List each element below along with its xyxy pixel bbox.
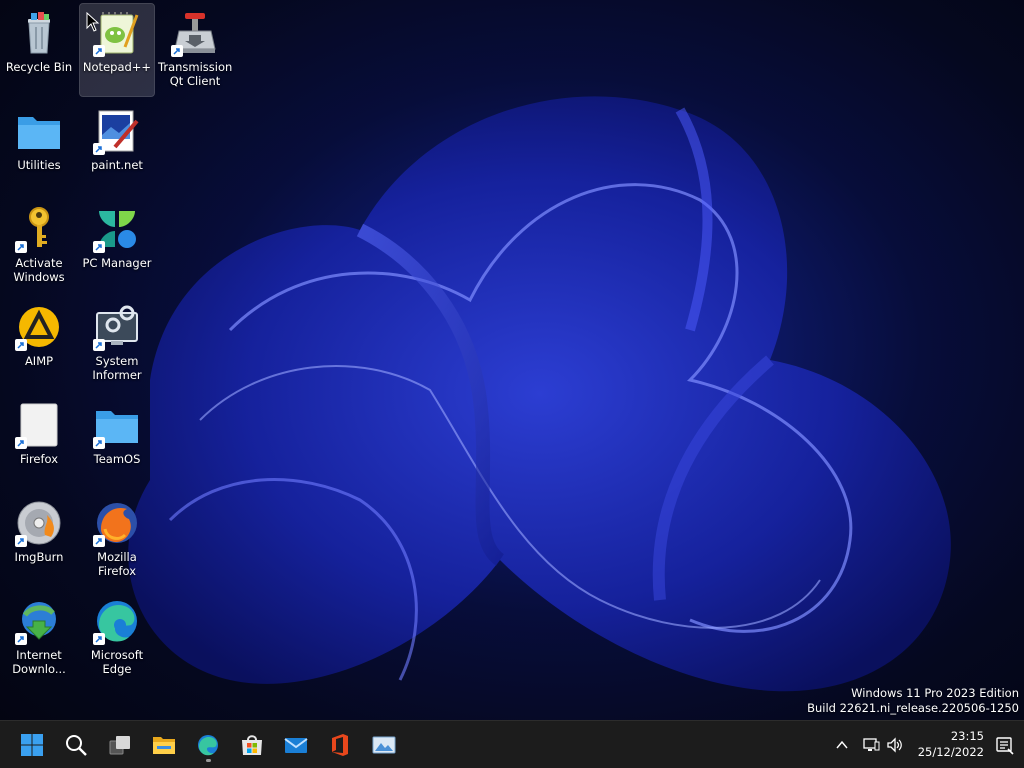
chevron-up-icon[interactable] bbox=[834, 737, 850, 753]
desktop-icon-system-informer[interactable]: System Informer bbox=[80, 298, 154, 390]
desktop-icon-transmission[interactable]: Transmission Qt Client bbox=[158, 4, 232, 96]
icon-label: Mozilla Firefox bbox=[97, 550, 137, 578]
clock-date: 25/12/2022 bbox=[917, 745, 984, 759]
icon-label: Transmission Qt Client bbox=[158, 60, 233, 88]
recycle-bin-icon bbox=[15, 9, 63, 57]
running-indicator bbox=[206, 759, 211, 762]
windows-build-watermark: Windows 11 Pro 2023 Edition Build 22621.… bbox=[807, 686, 1019, 716]
shortcut-arrow-icon bbox=[93, 143, 105, 155]
shortcut-arrow-icon bbox=[15, 633, 27, 645]
folder-icon bbox=[15, 107, 63, 155]
search-icon bbox=[66, 735, 87, 756]
store-icon bbox=[242, 735, 262, 755]
start-icon bbox=[21, 734, 43, 756]
blank-file-icon bbox=[15, 401, 63, 449]
mail-icon bbox=[284, 738, 308, 753]
pc-manager-icon bbox=[93, 205, 141, 253]
idm-icon bbox=[15, 597, 63, 645]
edge-icon bbox=[93, 597, 141, 645]
desktop-icon-aimp[interactable]: AIMP bbox=[2, 298, 76, 390]
shortcut-arrow-icon bbox=[15, 241, 27, 253]
file-explorer-icon bbox=[153, 737, 175, 754]
icon-label: PC Manager bbox=[82, 256, 152, 270]
shortcut-arrow-icon bbox=[93, 45, 105, 57]
imgburn-icon bbox=[15, 499, 63, 547]
desktop-icon-internet-download-manager[interactable]: Internet Downlo... bbox=[2, 592, 76, 684]
transmission-icon bbox=[171, 9, 219, 57]
notepadplusplus-icon bbox=[93, 9, 141, 57]
shortcut-arrow-icon bbox=[93, 535, 105, 547]
task-view-button[interactable] bbox=[102, 727, 138, 763]
icon-label: Recycle Bin bbox=[5, 60, 73, 74]
system-informer-icon bbox=[93, 303, 141, 351]
paint-net-icon bbox=[93, 107, 141, 155]
shortcut-arrow-icon bbox=[93, 437, 105, 449]
edge-taskbar-button[interactable] bbox=[190, 727, 226, 763]
desktop-icon-activate-windows[interactable]: Activate Windows bbox=[2, 200, 76, 292]
icon-label: Internet Downlo... bbox=[12, 648, 66, 676]
desktop-icon-pc-manager[interactable]: PC Manager bbox=[80, 200, 154, 292]
mail-button[interactable] bbox=[278, 727, 314, 763]
edge-icon bbox=[198, 735, 218, 756]
mouse-cursor-icon bbox=[86, 12, 100, 32]
icon-label: System Informer bbox=[92, 354, 142, 382]
search-button[interactable] bbox=[58, 727, 94, 763]
office-button[interactable] bbox=[322, 727, 358, 763]
icon-label: ImgBurn bbox=[14, 550, 64, 564]
desktop[interactable]: Recycle Bin Utilities Activate Windows A… bbox=[0, 0, 1024, 720]
volume-icon[interactable] bbox=[886, 736, 904, 754]
shortcut-arrow-icon bbox=[15, 339, 27, 351]
aimp-icon bbox=[15, 303, 63, 351]
shortcut-arrow-icon bbox=[93, 241, 105, 253]
icon-label: Utilities bbox=[17, 158, 61, 172]
key-icon bbox=[15, 205, 63, 253]
notification-icon[interactable] bbox=[994, 735, 1014, 755]
icon-label: Activate Windows bbox=[13, 256, 65, 284]
office-icon bbox=[332, 734, 348, 756]
shortcut-arrow-icon bbox=[15, 535, 27, 547]
desktop-icon-mozilla-firefox[interactable]: Mozilla Firefox bbox=[80, 494, 154, 586]
shortcut-arrow-icon bbox=[15, 437, 27, 449]
network-icon[interactable] bbox=[862, 736, 880, 754]
watermark-edition: Windows 11 Pro 2023 Edition bbox=[851, 686, 1019, 700]
photos-button[interactable] bbox=[366, 727, 402, 763]
desktop-icon-recycle-bin[interactable]: Recycle Bin bbox=[2, 4, 76, 96]
system-tray bbox=[834, 721, 904, 768]
icon-label: TeamOS bbox=[93, 452, 141, 466]
desktop-icon-teamos[interactable]: TeamOS bbox=[80, 396, 154, 488]
shortcut-arrow-icon bbox=[93, 339, 105, 351]
file-explorer-button[interactable] bbox=[146, 727, 182, 763]
icon-label: paint.net bbox=[91, 158, 143, 172]
desktop-icon-paint-net[interactable]: paint.net bbox=[80, 102, 154, 194]
icon-label: Microsoft Edge bbox=[90, 648, 144, 676]
desktop-icon-imgburn[interactable]: ImgBurn bbox=[2, 494, 76, 586]
folder-icon bbox=[93, 401, 141, 449]
desktop-icon-utilities[interactable]: Utilities bbox=[2, 102, 76, 194]
photos-icon bbox=[372, 736, 396, 754]
taskbar: 23:15 25/12/2022 bbox=[0, 720, 1024, 768]
shortcut-arrow-icon bbox=[93, 633, 105, 645]
watermark-build: Build 22621.ni_release.220506-1250 bbox=[807, 701, 1019, 715]
start-button[interactable] bbox=[14, 727, 50, 763]
task-view-icon bbox=[109, 736, 130, 755]
shortcut-arrow-icon bbox=[171, 45, 183, 57]
desktop-icon-microsoft-edge[interactable]: Microsoft Edge bbox=[80, 592, 154, 684]
taskbar-clock[interactable]: 23:15 25/12/2022 bbox=[918, 728, 984, 760]
icon-label: Firefox bbox=[19, 452, 59, 466]
icon-label: AIMP bbox=[24, 354, 54, 368]
store-button[interactable] bbox=[234, 727, 270, 763]
desktop-icon-firefox[interactable]: Firefox bbox=[2, 396, 76, 488]
clock-time: 23:15 bbox=[950, 729, 984, 743]
firefox-icon bbox=[93, 499, 141, 547]
icon-label: Notepad++ bbox=[82, 60, 152, 74]
